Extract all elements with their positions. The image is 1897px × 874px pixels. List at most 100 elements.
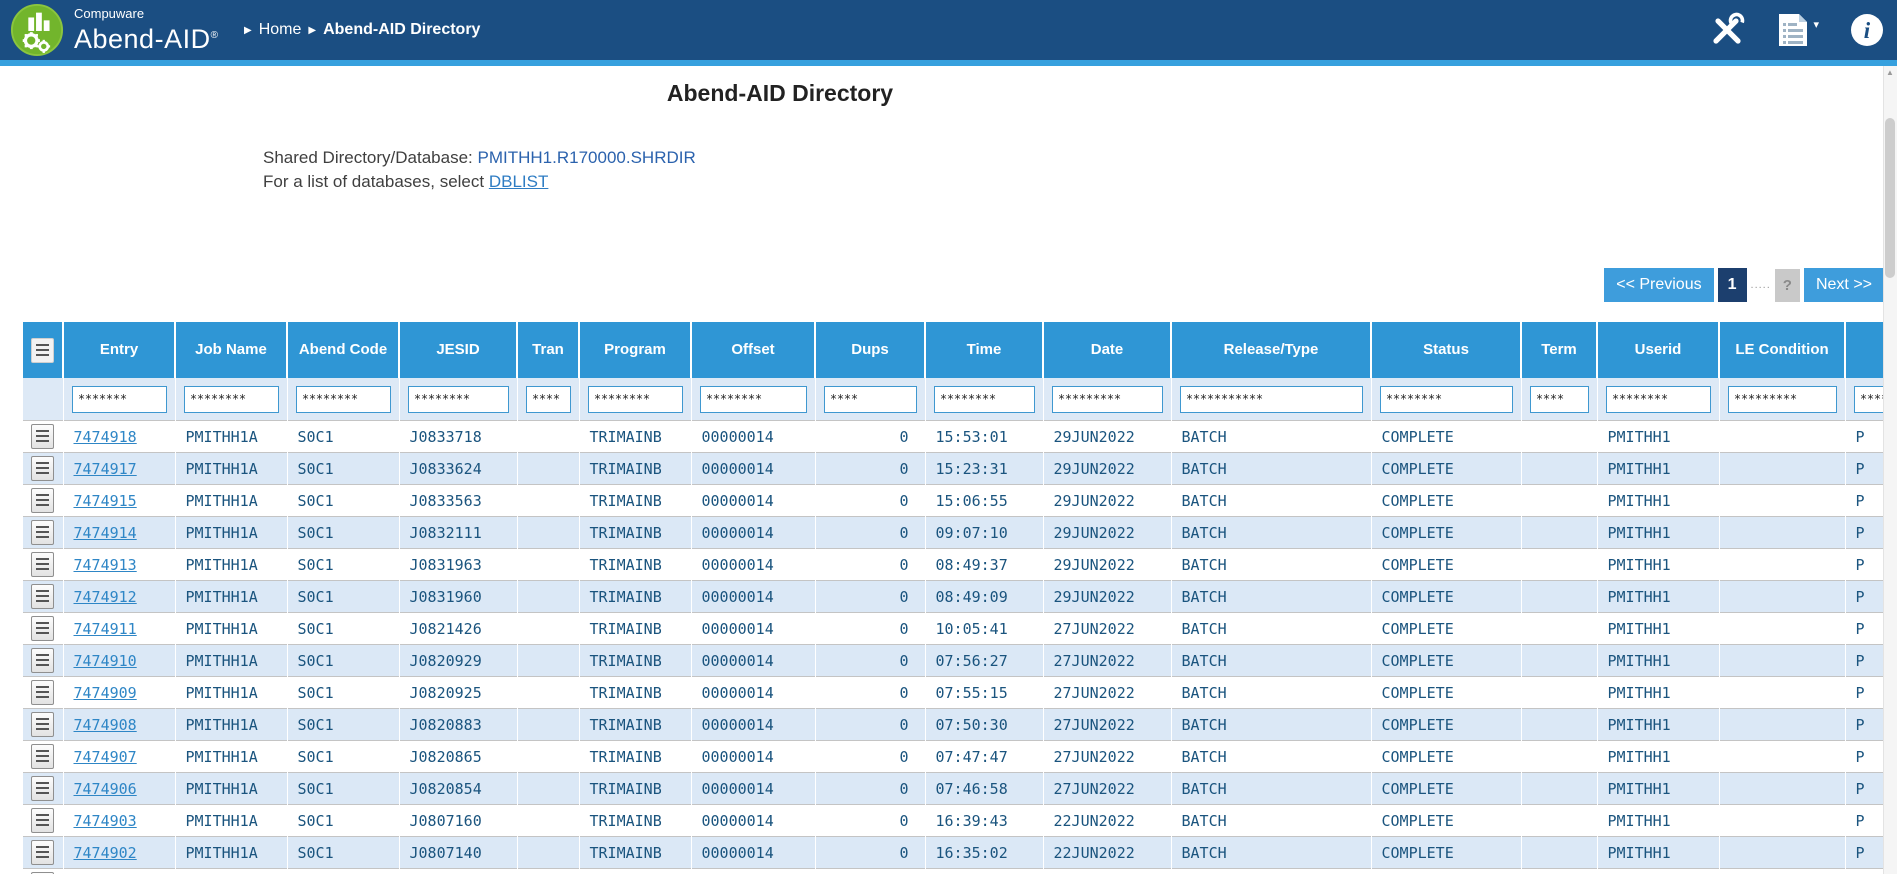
offset-column-header[interactable]: Offset [691,322,816,378]
cell-userid: PMITHH1 [1597,452,1720,485]
cell-offset: 00000014 [691,516,816,549]
cell-status: COMPLETE [1371,740,1522,773]
entry-link[interactable]: 7474914 [74,524,137,542]
filter-input-release-type[interactable] [1179,385,1363,413]
entry-link[interactable]: 7474910 [74,652,137,670]
entry-column-header[interactable]: Entry [63,322,176,378]
row-menu-icon[interactable] [31,808,55,833]
filter-input-dups[interactable] [823,385,917,413]
entry-link[interactable]: 7474903 [74,812,137,830]
cell-offset: 00000014 [691,548,816,581]
filter-input-entry[interactable] [71,385,167,413]
cell-time: 07:56:27 [925,644,1044,677]
breadcrumb: ▶ Home ▶ Abend-AID Directory [237,0,480,60]
dups-column-header[interactable]: Dups [815,322,926,378]
row-menu-icon[interactable] [31,424,55,449]
filter-cell-dups [815,378,926,421]
entry-link[interactable]: 7474917 [74,460,137,478]
current-page-button[interactable]: 1 [1717,268,1747,302]
row-menu-icon[interactable] [31,744,55,769]
cell-userid: PMITHH1 [1597,676,1720,709]
filter-input-job-name[interactable] [183,385,279,413]
info-icon[interactable]: i [1849,12,1885,48]
unknown-pages-button[interactable]: ? [1774,268,1800,302]
cell-term [1521,868,1598,874]
row-menu-icon[interactable] [31,776,55,801]
userid-column-header[interactable]: Userid [1597,322,1720,378]
filter-input-status[interactable] [1379,385,1513,413]
row-menu-icon[interactable] [31,552,55,577]
entry-link[interactable]: 7474918 [74,428,137,446]
row-menu-icon[interactable] [31,648,55,673]
cell-tran [517,452,580,485]
row-menu-icon[interactable] [31,840,55,865]
vertical-scrollbar[interactable]: ▲ [1883,66,1897,874]
row-menu-icon[interactable] [31,584,55,609]
program-column-header[interactable]: Program [579,322,692,378]
row-menu-icon[interactable] [31,456,55,481]
filter-input-userid[interactable] [1605,385,1711,413]
entry-link[interactable]: 7474915 [74,492,137,510]
entry-link[interactable]: 7474913 [74,556,137,574]
reports-icon[interactable]: ▾ [1775,11,1819,49]
scrollbar-up-arrow-icon[interactable]: ▲ [1884,66,1896,80]
cell-dups: 0 [815,644,926,677]
cell-term [1521,836,1598,869]
status-column-header[interactable]: Status [1371,322,1522,378]
entry-link[interactable]: 7474909 [74,684,137,702]
filter-input-tran[interactable] [525,385,571,413]
jesid-column-header[interactable]: JESID [399,322,518,378]
filter-input-time[interactable] [933,385,1035,413]
abend-code-column-header[interactable]: Abend Code [287,322,400,378]
table-row: 7474903 PMITHH1A S0C1 J0807160 TRIMAINB 00000… [23,804,1884,837]
release-type-column-header[interactable]: Release/Type [1171,322,1372,378]
term-column-header[interactable]: Term [1521,322,1598,378]
date-column-header[interactable]: Date [1043,322,1172,378]
filter-input-le-condition[interactable] [1727,385,1837,413]
table-menu-icon[interactable] [31,337,54,363]
row-menu-icon[interactable] [31,616,55,641]
tran-column-header[interactable]: Tran [517,322,580,378]
cell-time: 07:55:15 [925,676,1044,709]
breadcrumb-item-abend-aid-directory[interactable]: Abend-AID Directory [323,21,480,39]
entry-link[interactable]: 7474902 [74,844,137,862]
cell-release-type: BATCH [1171,676,1372,709]
entry-link[interactable]: 7474911 [74,620,137,638]
row-menu-icon[interactable] [31,712,55,737]
row-menu-icon[interactable] [31,520,55,545]
cell-dups: 0 [815,868,926,874]
cell-date: 29JUN2022 [1043,580,1172,613]
filter-input-program[interactable] [587,385,683,413]
filter-input-offset[interactable] [699,385,807,413]
extra-column-header[interactable] [1845,322,1884,378]
entry-link[interactable]: 7474908 [74,716,137,734]
cell-abend-code: S0C1 [287,868,400,874]
cell-time: 09:07:10 [925,516,1044,549]
cell-entry: 7474911 [63,612,176,645]
row-menu-icon[interactable] [31,680,55,705]
filter-input-term[interactable] [1529,385,1589,413]
vertical-scrollbar-thumb[interactable] [1885,118,1895,278]
filter-input-extra[interactable] [1853,385,1884,413]
cell-dups: 0 [815,484,926,517]
filter-input-abend-code[interactable] [295,385,391,413]
entry-link[interactable]: 7474912 [74,588,137,606]
entry-link[interactable]: 7474907 [74,748,137,766]
breadcrumb-item-home[interactable]: Home [259,21,302,39]
filter-cell-program [579,378,692,421]
row-menu-icon[interactable] [31,488,55,513]
cell-offset: 00000014 [691,804,816,837]
time-column-header[interactable]: Time [925,322,1044,378]
le-condition-column-header[interactable]: LE Condition [1719,322,1846,378]
cell-tran [517,772,580,805]
job-name-column-header[interactable]: Job Name [175,322,288,378]
entry-link[interactable]: 7474906 [74,780,137,798]
filter-input-jesid[interactable] [407,385,509,413]
previous-page-button[interactable]: << Previous [1604,268,1714,302]
cell-job-name: PMITHH1A [175,420,288,453]
next-page-button[interactable]: Next >> [1803,268,1884,302]
dblist-link[interactable]: DBLIST [489,172,549,191]
tools-icon[interactable] [1709,12,1745,48]
filter-input-date[interactable] [1051,385,1163,413]
cell-le-condition [1719,484,1846,517]
